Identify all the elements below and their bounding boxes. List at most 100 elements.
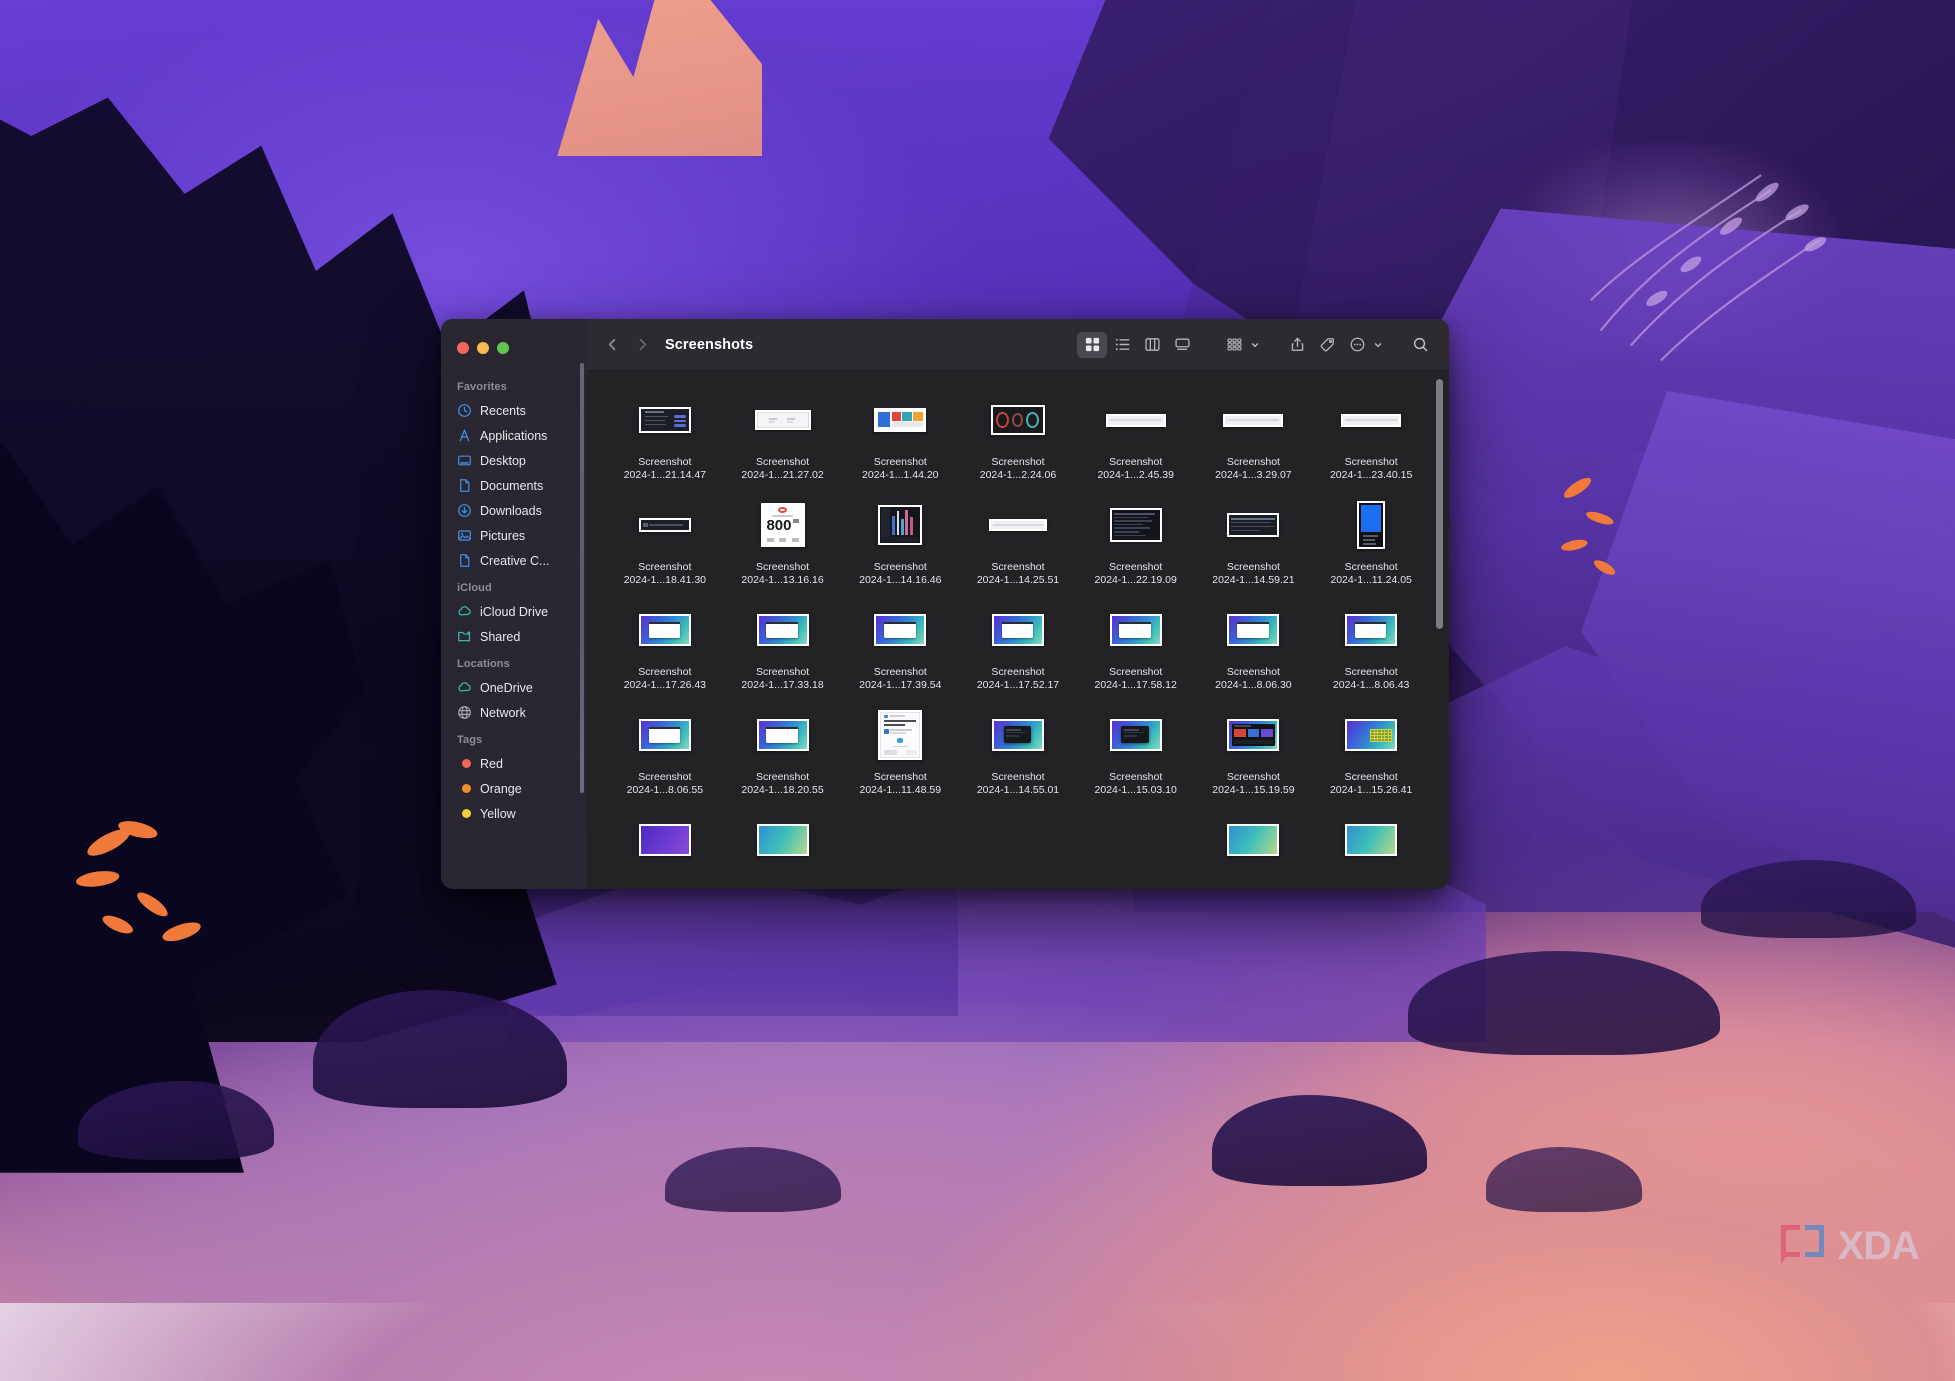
- sidebar-item-label: Desktop: [480, 454, 526, 468]
- file-item[interactable]: 800Screenshot2024-1...13.16.16: [727, 494, 839, 587]
- file-item[interactable]: [609, 809, 721, 876]
- cloud-icon: [457, 604, 472, 619]
- file-item[interactable]: Screenshot2024-1...15.19.59: [1198, 704, 1310, 797]
- sidebar-item-pictures[interactable]: Pictures: [441, 523, 587, 548]
- window-controls[interactable]: [441, 328, 587, 372]
- file-item[interactable]: [962, 809, 1074, 876]
- file-item[interactable]: Screenshot2024-1...2.24.06: [962, 389, 1074, 482]
- file-item[interactable]: Screenshot2024-1...18.41.30: [609, 494, 721, 587]
- file-grid[interactable]: Screenshot2024-1...21.14.47Screenshot202…: [609, 389, 1427, 876]
- forward-button[interactable]: [629, 332, 655, 358]
- file-name-line-2: 2024-1...21.14.47: [624, 469, 706, 482]
- file-thumbnail-wrap: [992, 599, 1044, 661]
- file-thumbnail: [992, 719, 1044, 751]
- sidebar-section-header: Tags: [441, 725, 587, 751]
- group-by-button[interactable]: [1219, 332, 1249, 358]
- file-item[interactable]: Screenshot2024-1...15.26.41: [1315, 704, 1427, 797]
- file-item[interactable]: Screenshot2024-1...18.20.55: [727, 704, 839, 797]
- finder-sidebar[interactable]: FavoritesRecentsApplicationsDesktopDocum…: [441, 319, 587, 889]
- maximize-button[interactable]: [497, 342, 509, 354]
- file-item[interactable]: Screenshot2024-1...11.48.59: [844, 704, 956, 797]
- navigation-arrows[interactable]: [599, 332, 655, 358]
- file-item[interactable]: Screenshot2024-1...23.40.15: [1315, 389, 1427, 482]
- file-item[interactable]: Screenshot2024-1...17.52.17: [962, 599, 1074, 692]
- file-item[interactable]: Screenshot2024-1...15.03.10: [1080, 704, 1192, 797]
- chevron-down-icon[interactable]: [1250, 340, 1260, 350]
- file-grid-container[interactable]: Screenshot2024-1...21.14.47Screenshot202…: [587, 371, 1449, 889]
- file-thumbnail-wrap: [639, 704, 691, 766]
- chevron-down-icon[interactable]: [1373, 340, 1383, 350]
- content-scrollbar[interactable]: [1436, 379, 1443, 629]
- file-item[interactable]: Screenshot2024-1...21.27.02: [727, 389, 839, 482]
- file-name-line-2: 2024-1...13.16.16: [741, 574, 823, 587]
- sidebar-item-desktop[interactable]: Desktop: [441, 448, 587, 473]
- file-name-line-2: 2024-1...8.06.30: [1215, 679, 1291, 692]
- file-name-line-1: Screenshot: [991, 456, 1044, 469]
- file-item[interactable]: Screenshot2024-1...14.59.21: [1198, 494, 1310, 587]
- sidebar-item-shared[interactable]: Shared: [441, 624, 587, 649]
- icon-view-button[interactable]: [1077, 332, 1107, 358]
- file-thumbnail-wrap: [639, 599, 691, 661]
- file-item[interactable]: Screenshot2024-1...8.06.55: [609, 704, 721, 797]
- sidebar-item-creative-c[interactable]: Creative C...: [441, 548, 587, 573]
- file-name-line-1: Screenshot: [1109, 666, 1162, 679]
- file-item[interactable]: [844, 809, 956, 876]
- finder-window[interactable]: FavoritesRecentsApplicationsDesktopDocum…: [441, 319, 1449, 889]
- file-item[interactable]: Screenshot2024-1...17.58.12: [1080, 599, 1192, 692]
- sidebar-item-network[interactable]: Network: [441, 700, 587, 725]
- close-button[interactable]: [457, 342, 469, 354]
- file-item[interactable]: Screenshot2024-1...14.25.51: [962, 494, 1074, 587]
- sidebar-item-downloads[interactable]: Downloads: [441, 498, 587, 523]
- globe-icon: [457, 705, 472, 720]
- file-item[interactable]: [727, 809, 839, 876]
- sidebar-scrollbar[interactable]: [580, 363, 584, 793]
- file-item[interactable]: Screenshot2024-1...8.06.30: [1198, 599, 1310, 692]
- column-view-button[interactable]: [1137, 332, 1167, 358]
- file-thumbnail: [1345, 824, 1397, 856]
- finder-toolbar[interactable]: Screenshots: [587, 319, 1449, 371]
- file-item[interactable]: Screenshot2024-1...21.14.47: [609, 389, 721, 482]
- actions-button[interactable]: [1342, 332, 1372, 358]
- file-item[interactable]: Screenshot2024-1...14.55.01: [962, 704, 1074, 797]
- file-name-line-2: 2024-1...17.33.18: [741, 679, 823, 692]
- file-name-line-2: 2024-1...17.26.43: [624, 679, 706, 692]
- file-item[interactable]: Screenshot2024-1...14.16.46: [844, 494, 956, 587]
- file-item[interactable]: Screenshot2024-1...3.29.07: [1198, 389, 1310, 482]
- file-name-line-1: Screenshot: [1345, 666, 1398, 679]
- file-thumbnail: [989, 519, 1047, 531]
- sidebar-item-onedrive[interactable]: OneDrive: [441, 675, 587, 700]
- minimize-button[interactable]: [477, 342, 489, 354]
- file-item[interactable]: Screenshot2024-1...22.19.09: [1080, 494, 1192, 587]
- file-item[interactable]: Screenshot2024-1...17.33.18: [727, 599, 839, 692]
- sidebar-item-icloud-drive[interactable]: iCloud Drive: [441, 599, 587, 624]
- file-thumbnail-wrap: [1110, 704, 1162, 766]
- file-name-line-1: Screenshot: [1345, 456, 1398, 469]
- gallery-view-button[interactable]: [1167, 332, 1197, 358]
- file-thumbnail: [1227, 719, 1279, 751]
- file-thumbnail: [1223, 414, 1283, 427]
- file-item[interactable]: Screenshot2024-1...17.26.43: [609, 599, 721, 692]
- file-item[interactable]: [1315, 809, 1427, 876]
- search-button[interactable]: [1405, 332, 1435, 358]
- sidebar-item-documents[interactable]: Documents: [441, 473, 587, 498]
- file-thumbnail: [1110, 719, 1162, 751]
- file-thumbnail: [757, 824, 809, 856]
- back-button[interactable]: [599, 332, 625, 358]
- file-item[interactable]: [1080, 809, 1192, 876]
- file-item[interactable]: Screenshot2024-1...8.06.43: [1315, 599, 1427, 692]
- file-item[interactable]: Screenshot2024-1...1.44.20: [844, 389, 956, 482]
- sidebar-item-red[interactable]: Red: [441, 751, 587, 776]
- sidebar-item-orange[interactable]: Orange: [441, 776, 587, 801]
- share-button[interactable]: [1282, 332, 1312, 358]
- sidebar-item-recents[interactable]: Recents: [441, 398, 587, 423]
- sidebar-item-applications[interactable]: Applications: [441, 423, 587, 448]
- sidebar-item-yellow[interactable]: Yellow: [441, 801, 587, 826]
- file-thumbnail: [1357, 501, 1385, 549]
- tags-button[interactable]: [1312, 332, 1342, 358]
- file-item[interactable]: Screenshot2024-1...17.39.54: [844, 599, 956, 692]
- file-item[interactable]: [1198, 809, 1310, 876]
- file-item[interactable]: Screenshot2024-1...11.24.05: [1315, 494, 1427, 587]
- list-view-button[interactable]: [1107, 332, 1137, 358]
- view-switcher[interactable]: [1077, 332, 1197, 358]
- file-item[interactable]: Screenshot2024-1...2.45.39: [1080, 389, 1192, 482]
